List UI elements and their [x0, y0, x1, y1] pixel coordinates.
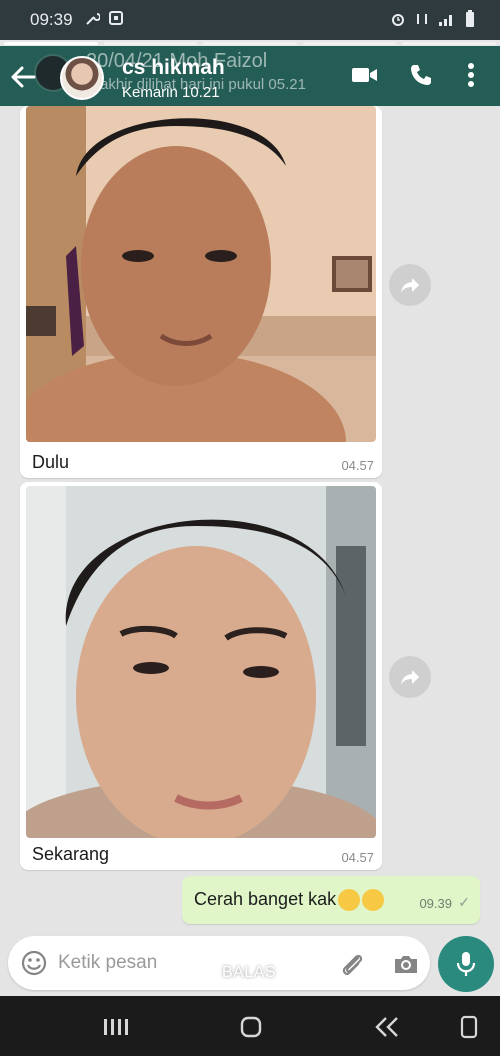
signal-icon: [439, 15, 452, 26]
story-progress-bar: [4, 42, 98, 45]
home-icon: [240, 1016, 262, 1038]
home-button[interactable]: [236, 1014, 266, 1040]
recents-button[interactable]: [100, 1014, 130, 1040]
alarm-icon: [392, 14, 404, 26]
video-call-icon: [352, 68, 377, 82]
status-time: 09:39: [30, 10, 73, 29]
back-arrow-icon[interactable]: [8, 62, 38, 92]
image-message[interactable]: Sekarang 04.57: [20, 482, 382, 870]
message-photo[interactable]: [26, 106, 376, 442]
message-input[interactable]: Ketik pesan: [58, 952, 157, 974]
message-time: 04.57: [341, 850, 374, 865]
message-caption: Sekarang: [32, 844, 110, 864]
chat-header: 20/04/21 Moh Faizol akhir dilihat hari i…: [0, 46, 500, 106]
story-progress-bar: [203, 42, 297, 45]
data-icon: [417, 14, 427, 24]
sent-tick-icon: ✓: [458, 894, 470, 910]
story-progress-bar: [402, 42, 496, 45]
nav-back-icon: [375, 1017, 398, 1037]
recents-icon: [104, 1019, 128, 1035]
forward-icon: [401, 278, 419, 293]
attach-icon[interactable]: [338, 950, 366, 978]
more-icon: [468, 63, 474, 87]
last-seen: Kemarin 10.21: [122, 84, 220, 101]
emoji-icon[interactable]: [20, 949, 48, 977]
wrench-icon: [86, 13, 100, 25]
message-caption: Dulu: [32, 452, 70, 472]
forward-button[interactable]: [389, 264, 431, 306]
story-progress-bar: [302, 42, 397, 45]
status-bar: 09:39: [0, 0, 500, 40]
forward-button[interactable]: [389, 656, 431, 698]
system-nav-bar: [0, 996, 500, 1056]
more-options-button[interactable]: [456, 60, 486, 90]
chevron-up-icon[interactable]: [240, 942, 260, 956]
message-input-bar[interactable]: Ketik pesan: [8, 936, 430, 990]
mic-icon: [456, 952, 476, 976]
outgoing-message[interactable]: Cerah banget kak 09.39 ✓: [182, 876, 480, 924]
message-text: Cerah banget kak: [194, 889, 385, 912]
forward-icon: [401, 670, 419, 685]
reply-button[interactable]: BALAS: [222, 964, 276, 982]
message-time: 09.39: [419, 896, 452, 911]
avatar[interactable]: [60, 56, 104, 100]
kissing-heart-emoji-icon: [362, 889, 385, 912]
message-time: 04.57: [341, 458, 374, 473]
video-call-button[interactable]: [350, 60, 380, 90]
chat-area[interactable]: Dulu 04.57 Sekarang 04.57 Cerah banget k…: [0, 106, 500, 992]
notification-icon: [109, 11, 123, 25]
phone-icon: [460, 1015, 478, 1039]
smiling-hearts-emoji-icon: [338, 889, 361, 912]
back-button[interactable]: [372, 1014, 402, 1040]
voice-message-button[interactable]: [438, 936, 494, 992]
message-photo[interactable]: [26, 486, 376, 838]
image-message[interactable]: Dulu 04.57: [20, 106, 382, 478]
voice-call-icon: [411, 65, 431, 85]
keyboard-toggle-button[interactable]: [454, 1014, 484, 1040]
story-progress-bar: [103, 42, 198, 45]
battery-icon: [466, 10, 474, 27]
voice-call-button[interactable]: [406, 60, 436, 90]
camera-icon[interactable]: [392, 950, 420, 978]
contact-name[interactable]: cs hikmah: [122, 56, 225, 80]
